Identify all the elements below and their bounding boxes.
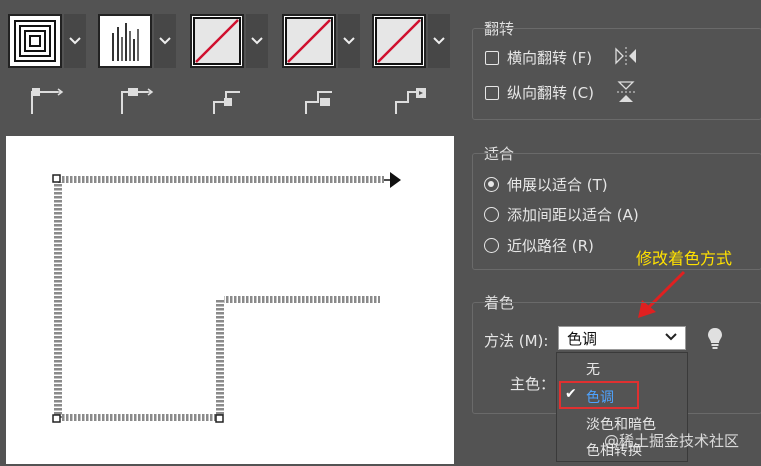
none-slash-icon	[375, 17, 423, 65]
inner-corner-dropdown-button[interactable]	[246, 14, 268, 68]
inner-corner-tile-selector[interactable]	[190, 14, 268, 68]
start-type-icon	[305, 91, 332, 114]
watermark: @稀土掘金技术社区	[604, 432, 740, 450]
chevron-down-icon	[251, 37, 263, 45]
outer-corner-dropdown-button[interactable]	[64, 14, 86, 68]
flip-vertical-checkbox[interactable]	[485, 85, 499, 100]
fit-stretch-radio[interactable]	[484, 177, 499, 192]
flip-vertical-option[interactable]: 纵向翻转 (C)	[485, 82, 594, 103]
method-select-value: 色调	[567, 329, 598, 348]
inner-corner-type-icon	[213, 91, 240, 114]
chevron-down-icon	[343, 37, 355, 45]
side-type-icon	[121, 88, 154, 114]
flip-horizontal-label: 横向翻转 (F)	[507, 49, 593, 67]
end-tile[interactable]	[372, 14, 426, 68]
fit-option-stretch[interactable]: 伸展以适合 (T)	[484, 174, 608, 195]
method-label: 方法 (M):	[484, 332, 549, 350]
fit-add-space-label: 添加间距以适合 (A)	[507, 206, 639, 224]
fit-stretch-label: 伸展以适合 (T)	[507, 176, 608, 194]
none-slash-icon	[285, 17, 333, 65]
inner-corner-tile[interactable]	[190, 14, 244, 68]
outer-corner-tile-selector[interactable]	[8, 14, 86, 68]
fit-option-add-space[interactable]: 添加间距以适合 (A)	[484, 204, 639, 225]
checkmark-icon: ✔	[565, 386, 577, 402]
start-tile-dropdown-button[interactable]	[338, 14, 360, 68]
key-color-label: 主色：	[510, 375, 556, 393]
outer-corner-type-icon	[31, 88, 64, 114]
flip-horizontal-option[interactable]: 横向翻转 (F)	[485, 47, 592, 68]
flip-horizontal-checkbox[interactable]	[485, 50, 499, 65]
flip-vertical-label: 纵向翻转 (C)	[507, 84, 594, 102]
fit-add-space-radio[interactable]	[484, 207, 499, 222]
nested-squares-icon	[14, 20, 56, 62]
method-option-tints[interactable]: 色调	[586, 387, 614, 407]
method-select[interactable]: 色调	[558, 326, 686, 350]
flip-horizontal-icon	[615, 47, 636, 65]
fit-approximate-label: 近似路径 (R)	[507, 237, 594, 255]
side-tile-dropdown-button[interactable]	[154, 14, 176, 68]
side-tile-selector[interactable]	[98, 14, 176, 68]
none-slash-icon	[193, 17, 241, 65]
start-tile-selector[interactable]	[282, 14, 360, 68]
start-tile[interactable]	[282, 14, 336, 68]
preview-path	[52, 172, 401, 423]
flip-vertical-icon	[617, 81, 635, 102]
fit-approximate-radio[interactable]	[484, 238, 499, 253]
vertical-lines-icon	[112, 23, 139, 61]
brush-preview	[6, 136, 454, 464]
outer-corner-tile[interactable]	[8, 14, 62, 68]
side-tile[interactable]	[98, 14, 152, 68]
flip-group	[472, 28, 761, 120]
annotation-text: 修改着色方式	[636, 249, 733, 268]
chevron-down-icon	[69, 37, 81, 45]
end-tile-dropdown-button[interactable]	[428, 14, 450, 68]
chevron-down-icon	[665, 333, 677, 341]
lightbulb-icon[interactable]	[706, 326, 724, 350]
end-type-icon	[395, 88, 426, 114]
end-tile-selector[interactable]	[372, 14, 450, 68]
chevron-down-icon	[433, 37, 445, 45]
method-option-none[interactable]: 无	[586, 359, 600, 379]
fit-option-approximate[interactable]: 近似路径 (R)	[484, 235, 594, 256]
chevron-down-icon	[159, 37, 171, 45]
